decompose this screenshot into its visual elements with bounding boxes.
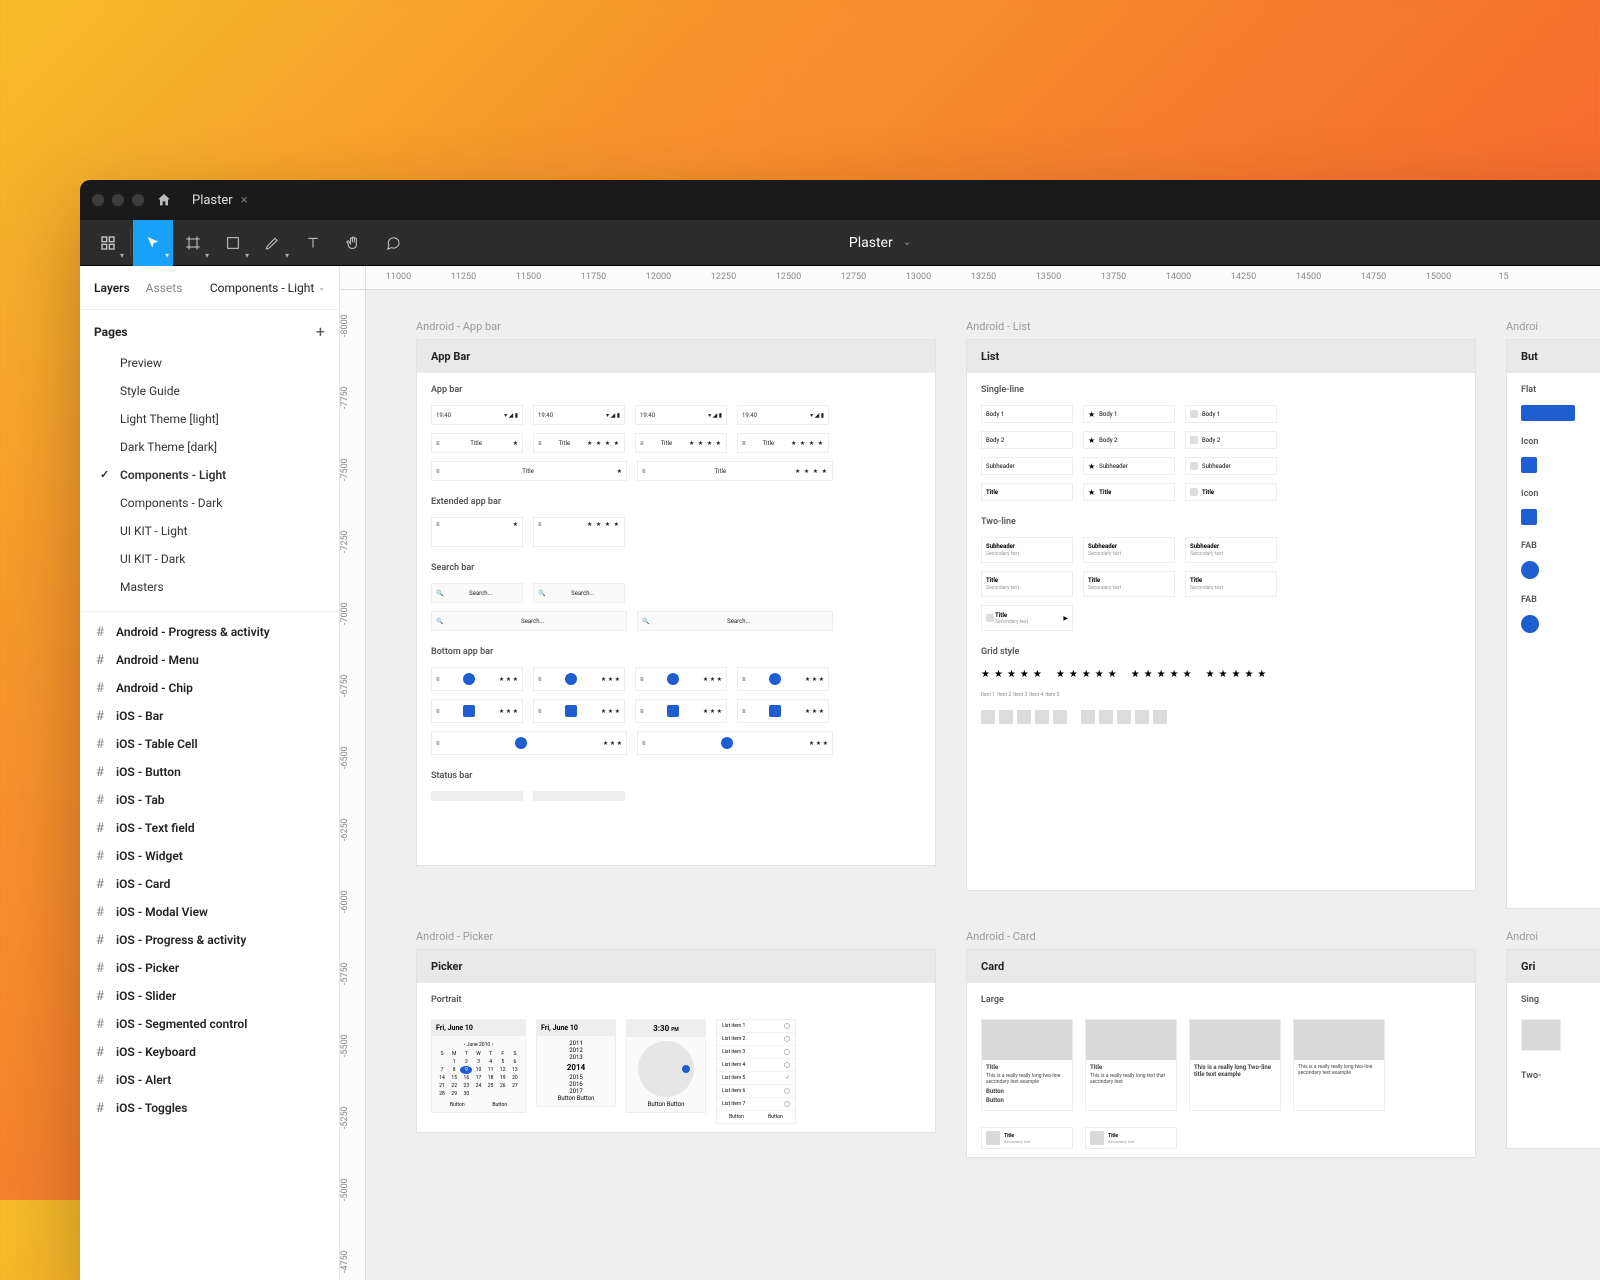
canvas-area[interactable]: 1100011250115001175012000122501250012750… <box>340 266 1600 1280</box>
comment-tool[interactable] <box>373 220 413 266</box>
ruler-corner <box>340 266 366 290</box>
page-item[interactable]: Preview <box>88 349 331 377</box>
traffic-minimize[interactable] <box>112 194 124 206</box>
list-picker: List item 1 List item 2 List item 3 List… <box>716 1019 796 1124</box>
layer-item[interactable]: iOS - Alert <box>80 1066 339 1094</box>
layer-item[interactable]: iOS - Slider <box>80 982 339 1010</box>
frame-android-card[interactable]: Android - Card Card Large TitleThis is a… <box>966 930 1476 1158</box>
chevron-down-icon: ▾ <box>165 251 169 260</box>
toolbar-divider <box>130 229 131 257</box>
frame-title: App Bar <box>417 340 935 373</box>
time-picker: 3:30 PM Button Button <box>626 1019 706 1113</box>
move-tool[interactable]: ▾ <box>133 220 173 266</box>
window-titlebar: Plaster × <box>80 180 1600 220</box>
page-item[interactable]: Components - Dark <box>88 489 331 517</box>
traffic-close[interactable] <box>92 194 104 206</box>
frame-tool[interactable]: ▾ <box>173 220 213 266</box>
layer-item[interactable]: Android - Progress & activity <box>80 618 339 646</box>
chevron-down-icon: ▾ <box>245 251 249 260</box>
layer-item[interactable]: iOS - Progress & activity <box>80 926 339 954</box>
chevron-down-icon: ▾ <box>120 251 124 260</box>
layer-item[interactable]: iOS - Segmented control <box>80 1010 339 1038</box>
layer-item[interactable]: iOS - Card <box>80 870 339 898</box>
layer-item[interactable]: iOS - Button <box>80 758 339 786</box>
page-item[interactable]: Dark Theme [dark] <box>88 433 331 461</box>
workspace: Layers Assets Components - Light ⌄ Pages… <box>80 266 1600 1280</box>
left-panel: Layers Assets Components - Light ⌄ Pages… <box>80 266 340 1280</box>
tab-title: Plaster <box>192 193 233 208</box>
frame-title: But <box>1507 340 1600 373</box>
layer-item[interactable]: iOS - Table Cell <box>80 730 339 758</box>
frame-android-button[interactable]: Androi But Flat Icon Icon FAB FAB <box>1506 320 1600 909</box>
layer-item[interactable]: iOS - Tab <box>80 786 339 814</box>
year-picker: Fri, June 10 201120122013 2014 201520162… <box>536 1019 616 1107</box>
page-item[interactable]: UI KIT - Light <box>88 517 331 545</box>
frame-title: Card <box>967 950 1475 983</box>
traffic-lights[interactable] <box>92 194 144 206</box>
canvas[interactable]: Android - App bar App Bar App bar 19:40▾… <box>366 290 1600 1280</box>
chevron-down-icon: ⌄ <box>318 283 325 292</box>
pen-tool[interactable]: ▾ <box>253 220 293 266</box>
shape-tool[interactable]: ▾ <box>213 220 253 266</box>
frame-android-grid[interactable]: Androi Gri Sing Two- <box>1506 930 1600 1149</box>
layer-item[interactable]: iOS - Picker <box>80 954 339 982</box>
date-picker: Fri, June 10 ‹ June 2010 › SMTWTFS 12345… <box>431 1019 526 1113</box>
chevron-down-icon: ▾ <box>285 251 289 260</box>
app-window: Plaster × ▾ ▾ ▾ ▾ ▾ <box>80 180 1600 1280</box>
page-item[interactable]: Style Guide <box>88 377 331 405</box>
page-item-selected[interactable]: Components - Light <box>88 461 331 489</box>
page-selector[interactable]: Components - Light ⌄ <box>210 281 325 295</box>
tab-layers[interactable]: Layers <box>94 281 130 295</box>
main-toolbar: ▾ ▾ ▾ ▾ ▾ Plaster ⌄ <box>80 220 1600 266</box>
frame-android-list[interactable]: Android - List List Single-line Body 1 ★… <box>966 320 1476 891</box>
layer-item[interactable]: Android - Chip <box>80 674 339 702</box>
document-title[interactable]: Plaster ⌄ <box>849 235 911 251</box>
ruler-horizontal: 1100011250115001175012000122501250012750… <box>366 266 1600 290</box>
frame-android-picker[interactable]: Android - Picker Picker Portrait Fri, Ju… <box>416 930 936 1133</box>
layer-item[interactable]: iOS - Bar <box>80 702 339 730</box>
text-tool[interactable] <box>293 220 333 266</box>
layer-item[interactable]: iOS - Widget <box>80 842 339 870</box>
traffic-zoom[interactable] <box>132 194 144 206</box>
page-item[interactable]: Light Theme [light] <box>88 405 331 433</box>
page-item[interactable]: UI KIT - Dark <box>88 545 331 573</box>
hand-tool[interactable] <box>333 220 373 266</box>
panel-tabs: Layers Assets Components - Light ⌄ <box>80 266 339 310</box>
plus-icon[interactable]: + <box>316 322 325 341</box>
layer-item[interactable]: iOS - Keyboard <box>80 1038 339 1066</box>
frame-title: List <box>967 340 1475 373</box>
home-icon[interactable] <box>156 192 172 208</box>
layer-item[interactable]: iOS - Text field <box>80 814 339 842</box>
appbar-sample: 19:40▾ ◢ ▮ <box>431 405 523 425</box>
pages-header: Pages + <box>80 310 339 349</box>
close-icon[interactable]: × <box>241 193 248 208</box>
layer-item[interactable]: Android - Menu <box>80 646 339 674</box>
chevron-down-icon: ▾ <box>205 251 209 260</box>
frame-android-appbar[interactable]: Android - App bar App Bar App bar 19:40▾… <box>416 320 936 866</box>
layer-item[interactable]: iOS - Toggles <box>80 1094 339 1122</box>
ruler-vertical: -8000-7750-7500-7250-7000-6750-6500-6250… <box>340 290 366 1280</box>
layer-item[interactable]: iOS - Modal View <box>80 898 339 926</box>
tab-assets[interactable]: Assets <box>146 281 183 295</box>
page-item[interactable]: Masters <box>88 573 331 601</box>
layer-list[interactable]: Android - Progress & activity Android - … <box>80 612 339 1280</box>
page-list: Preview Style Guide Light Theme [light] … <box>80 349 339 612</box>
menu-tool[interactable]: ▾ <box>88 220 128 266</box>
frame-title: Picker <box>417 950 935 983</box>
file-tab[interactable]: Plaster × <box>184 189 256 212</box>
frame-title: Gri <box>1507 950 1600 983</box>
chevron-down-icon: ⌄ <box>903 237 911 248</box>
